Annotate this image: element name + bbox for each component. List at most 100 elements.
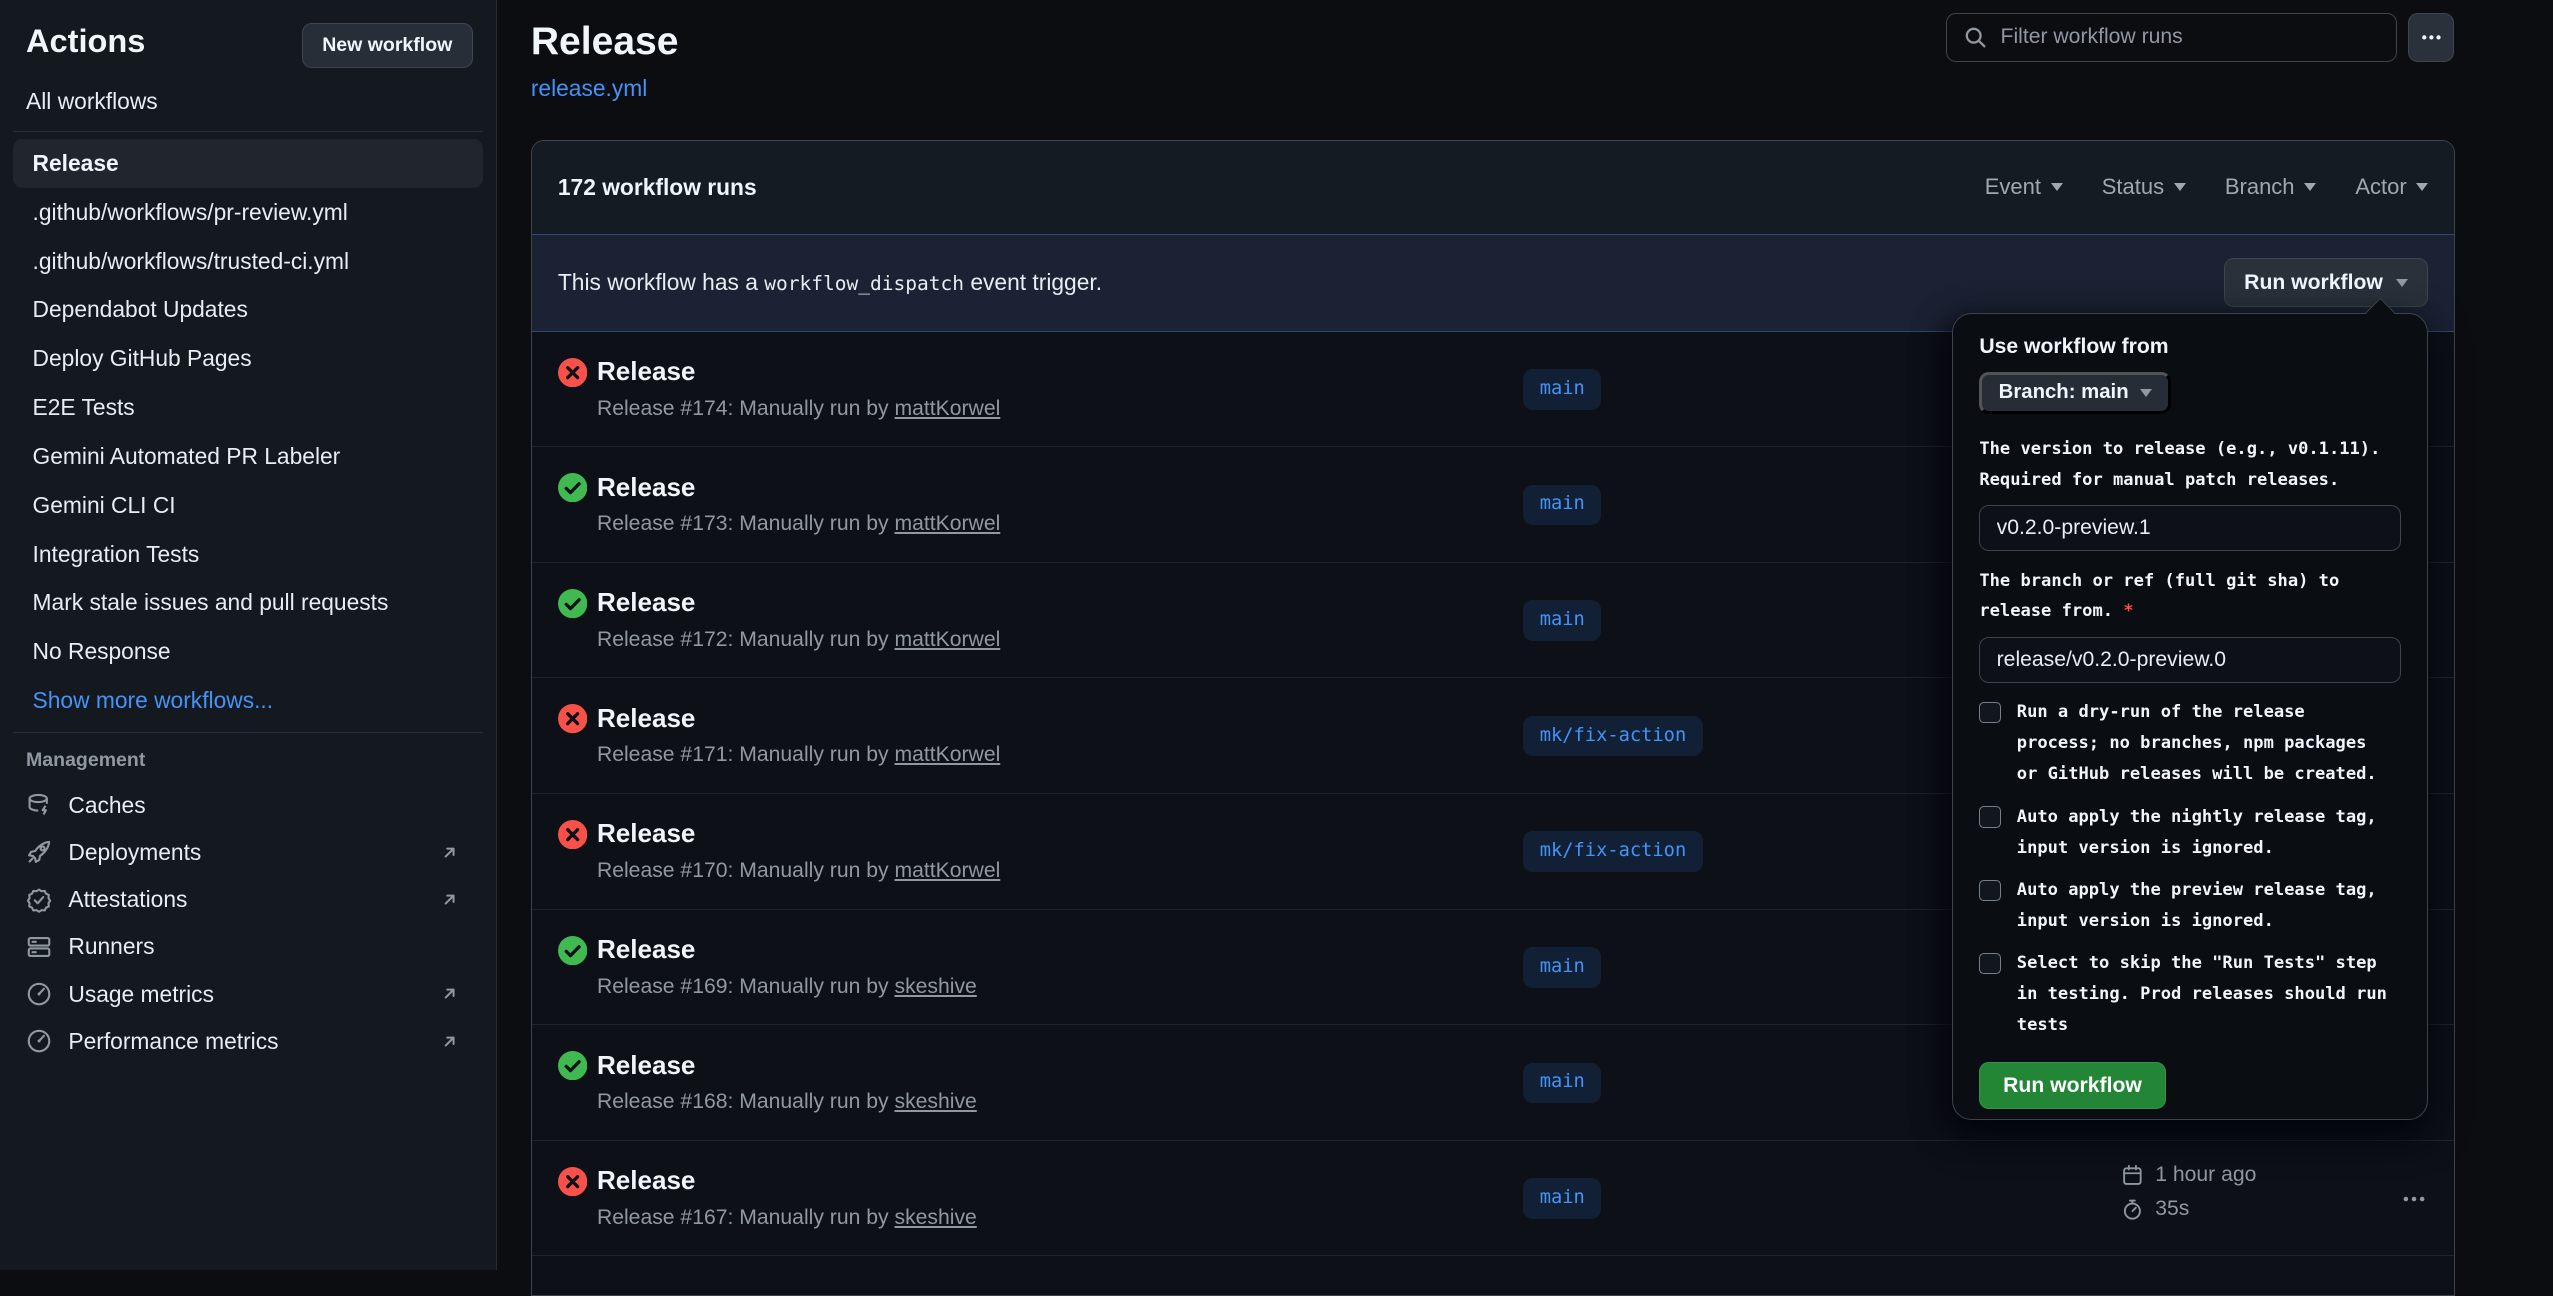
run-kebab-button[interactable]	[2401, 1186, 2427, 1218]
run-description: Release #170: Manually run by mattKorwel	[597, 859, 1000, 883]
checkbox[interactable]	[1979, 953, 2000, 974]
run-title-link[interactable]: Release	[597, 1050, 695, 1081]
ref-input[interactable]	[1979, 637, 2400, 683]
run-duration: 35s	[2155, 1197, 2189, 1221]
run-workflow-submit-button[interactable]: Run workflow	[1979, 1062, 2165, 1109]
branch-badge[interactable]: mk/fix-action	[1523, 716, 1702, 757]
branch-badge[interactable]: main	[1523, 1178, 1601, 1219]
sidebar-item-workflow[interactable]: Gemini CLI CI	[13, 481, 483, 530]
filter-dropdown-branch[interactable]: Branch	[2225, 174, 2316, 200]
checkbox[interactable]	[1979, 702, 2000, 723]
run-time: 1 hour ago	[2155, 1163, 2256, 1187]
check-circle-icon	[558, 473, 587, 502]
new-workflow-button[interactable]: New workflow	[302, 23, 473, 69]
actor-link[interactable]: mattKorwel	[894, 743, 1000, 766]
branch-badge[interactable]: main	[1523, 1063, 1601, 1104]
check-circle-icon	[558, 936, 587, 965]
chevron-down-icon	[2051, 183, 2063, 191]
run-workflow-dropdown-button[interactable]: Run workflow	[2224, 258, 2429, 307]
sidebar-item-runners[interactable]: Runners	[0, 923, 496, 970]
chevron-down-icon	[2174, 183, 2186, 191]
branch-badge[interactable]: mk/fix-action	[1523, 831, 1702, 872]
arrow-up-right-icon	[439, 1031, 460, 1052]
sidebar-item-workflow[interactable]: Deploy GitHub Pages	[13, 334, 483, 383]
branch-badge[interactable]: main	[1523, 485, 1601, 526]
popover-checkbox-list: Run a dry-run of the release process; no…	[1979, 697, 2400, 1041]
checkbox[interactable]	[1979, 806, 2000, 827]
x-circle-icon	[558, 820, 587, 849]
sidebar-item-workflow[interactable]: Gemini Automated PR Labeler	[13, 432, 483, 481]
sidebar-item-performance-metrics[interactable]: Performance metrics	[0, 1018, 496, 1065]
filter-workflow-runs-input[interactable]: Filter workflow runs	[1946, 13, 2397, 62]
sidebar-item-workflow[interactable]: Dependabot Updates	[13, 285, 483, 334]
workflow-input-checkbox[interactable]: Select to skip the "Run Tests" step in t…	[1979, 948, 2400, 1041]
filter-dropdown-status[interactable]: Status	[2102, 174, 2186, 200]
rocket-icon	[26, 839, 52, 865]
branch-badge[interactable]: main	[1523, 369, 1601, 410]
workflow-input-checkbox[interactable]: Auto apply the preview release tag, inpu…	[1979, 875, 2400, 937]
runs-count: 172 workflow runs	[558, 174, 757, 201]
popover-heading: Use workflow from	[1979, 335, 2400, 359]
run-description: Release #169: Manually run by skeshive	[597, 975, 977, 999]
checkbox[interactable]	[1979, 880, 2000, 901]
sidebar-item-workflow[interactable]: .github/workflows/trusted-ci.yml	[13, 237, 483, 286]
actor-link[interactable]: skeshive	[894, 1090, 976, 1113]
branch-badge[interactable]: main	[1523, 947, 1601, 988]
workflow-dispatch-code: workflow_dispatch	[764, 272, 964, 295]
sidebar-divider	[13, 732, 483, 733]
run-title-link[interactable]: Release	[597, 818, 695, 849]
verified-icon	[26, 887, 52, 913]
sidebar-item-workflow[interactable]: E2E Tests	[13, 383, 483, 432]
checkbox-label: Run a dry-run of the release process; no…	[2017, 697, 2377, 790]
chevron-down-icon	[2396, 279, 2408, 287]
run-title-link[interactable]: Release	[597, 587, 695, 618]
filter-dropdown-actor[interactable]: Actor	[2355, 174, 2428, 200]
run-title-link[interactable]: Release	[597, 472, 695, 503]
main-area: Release release.yml Filter workflow runs…	[497, 0, 2553, 1270]
version-input[interactable]	[1979, 505, 2400, 551]
sidebar-divider	[13, 131, 483, 132]
run-title-link[interactable]: Release	[597, 703, 695, 734]
workflow-file-link[interactable]: release.yml	[531, 75, 647, 102]
show-more-workflows-link[interactable]: Show more workflows...	[13, 676, 483, 725]
run-title-link[interactable]: Release	[597, 934, 695, 965]
workflow-options-kebab-button[interactable]	[2408, 13, 2454, 62]
check-circle-icon	[558, 589, 587, 618]
sidebar-item-label: Deployments	[68, 839, 201, 866]
workflow-list: Release.github/workflows/pr-review.yml.g…	[0, 139, 496, 676]
sidebar-item-deployments[interactable]: Deployments	[0, 829, 496, 876]
workflow-run-row[interactable]: ReleaseRelease #167: Manually run by ske…	[532, 1141, 2455, 1257]
sidebar-item-attestations[interactable]: Attestations	[0, 876, 496, 923]
actions-sidebar: Actions New workflow All workflows Relea…	[0, 0, 497, 1270]
run-meta: 1 hour ago 35s	[2121, 1163, 2256, 1221]
actor-link[interactable]: skeshive	[894, 1206, 976, 1229]
stopwatch-icon	[2121, 1198, 2144, 1221]
sidebar-item-workflow[interactable]: Mark stale issues and pull requests	[13, 578, 483, 627]
sidebar-item-workflow[interactable]: Release	[13, 139, 483, 188]
sidebar-item-caches[interactable]: Caches	[0, 782, 496, 829]
run-title-link[interactable]: Release	[597, 356, 695, 387]
sidebar-item-all-workflows[interactable]: All workflows	[0, 79, 496, 125]
filter-dropdown-event[interactable]: Event	[1985, 174, 2063, 200]
run-description: Release #174: Manually run by mattKorwel	[597, 397, 1000, 421]
actor-link[interactable]: mattKorwel	[894, 512, 1000, 535]
sidebar-item-workflow[interactable]: .github/workflows/pr-review.yml	[13, 188, 483, 237]
workflow-input-checkbox[interactable]: Run a dry-run of the release process; no…	[1979, 697, 2400, 790]
branch-select-button[interactable]: Branch: main	[1979, 372, 2171, 414]
sidebar-item-workflow[interactable]: Integration Tests	[13, 530, 483, 579]
workflow-input-checkbox[interactable]: Auto apply the nightly release tag, inpu…	[1979, 802, 2400, 864]
sidebar-item-workflow[interactable]: No Response	[13, 627, 483, 676]
sidebar-item-usage-metrics[interactable]: Usage metrics	[0, 970, 496, 1017]
run-workflow-popover: Use workflow from Branch: main The versi…	[1952, 313, 2427, 1121]
actor-link[interactable]: mattKorwel	[894, 628, 1000, 651]
filter-placeholder: Filter workflow runs	[2001, 25, 2183, 49]
server-icon	[26, 934, 52, 960]
management-list: Caches Deployments AttestationsRunnersUsag…	[0, 782, 496, 1065]
actor-link[interactable]: skeshive	[894, 975, 976, 998]
actor-link[interactable]: mattKorwel	[894, 859, 1000, 882]
actor-link[interactable]: mattKorwel	[894, 397, 1000, 420]
run-title-link[interactable]: Release	[597, 1165, 695, 1196]
branch-badge[interactable]: main	[1523, 600, 1601, 641]
arrow-up-right-icon	[439, 889, 460, 910]
run-description: Release #168: Manually run by skeshive	[597, 1090, 977, 1114]
